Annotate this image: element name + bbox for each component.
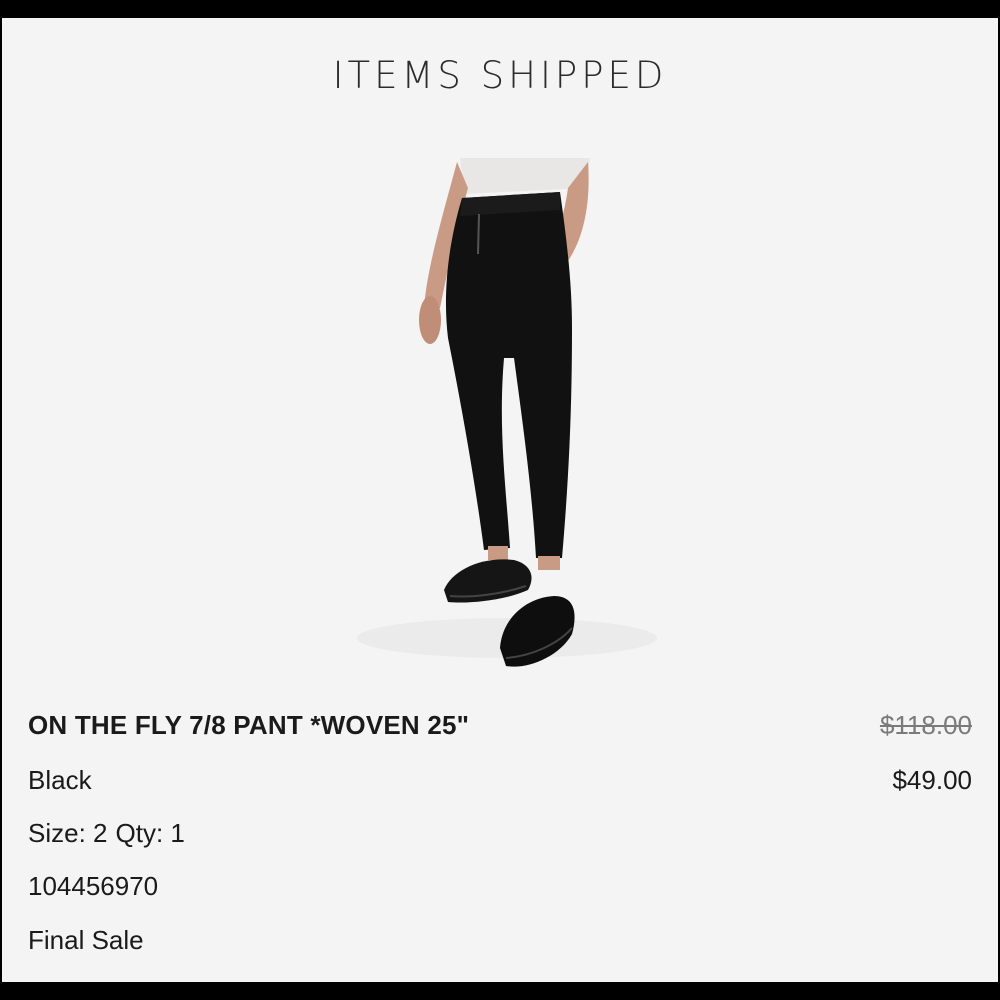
original-price: $118.00 (879, 710, 972, 740)
item-name[interactable]: ON THE FLY 7/8 PANT *WOVEN 25" (28, 710, 469, 741)
item-sku: 104456970 (28, 871, 159, 901)
order-screen: ITEMS SHIPPED ON THE FLY 7/8 PANT *WOVEN… (2, 18, 998, 982)
sale-price: $49.00 (892, 765, 972, 795)
item-size-qty: Size: 2 Qty: 1 (28, 818, 185, 849)
item-color: Black (28, 765, 92, 795)
item-size: Size: 2 (28, 818, 108, 848)
product-photo-illustration (292, 158, 712, 678)
item-qty: Qty: 1 (115, 818, 185, 848)
final-sale-label: Final Sale (28, 925, 144, 955)
product-image[interactable] (292, 158, 712, 678)
section-title: ITEMS SHIPPED (332, 54, 668, 97)
